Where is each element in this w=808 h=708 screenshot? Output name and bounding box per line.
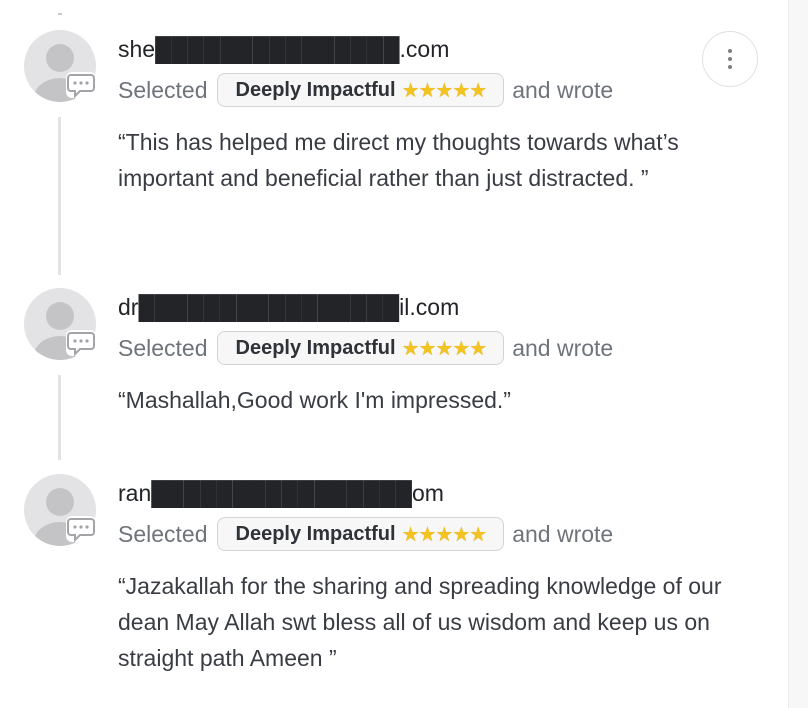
reaction-badge[interactable]: Deeply Impactful ★★★★★ <box>216 517 505 551</box>
wrote-label: and wrote <box>512 520 614 547</box>
comment-item: ran████████████████om Selected Deeply Im… <box>0 0 790 708</box>
avatar[interactable] <box>24 474 96 546</box>
reaction-row: Selected Deeply Impactful ★★★★★ and wrot… <box>118 515 613 553</box>
speech-bubble-icon <box>66 516 96 543</box>
commenter-email: ran████████████████om <box>118 480 444 506</box>
scrollbar-track[interactable] <box>788 0 808 708</box>
comment-text: “Jazakallah for the sharing and spreadin… <box>118 573 722 671</box>
star-rating-icon: ★★★★★ <box>401 523 488 546</box>
reaction-label: Deeply Impactful <box>235 522 396 545</box>
selected-label: Selected <box>118 520 208 547</box>
default-user-avatar-icon <box>24 474 96 546</box>
